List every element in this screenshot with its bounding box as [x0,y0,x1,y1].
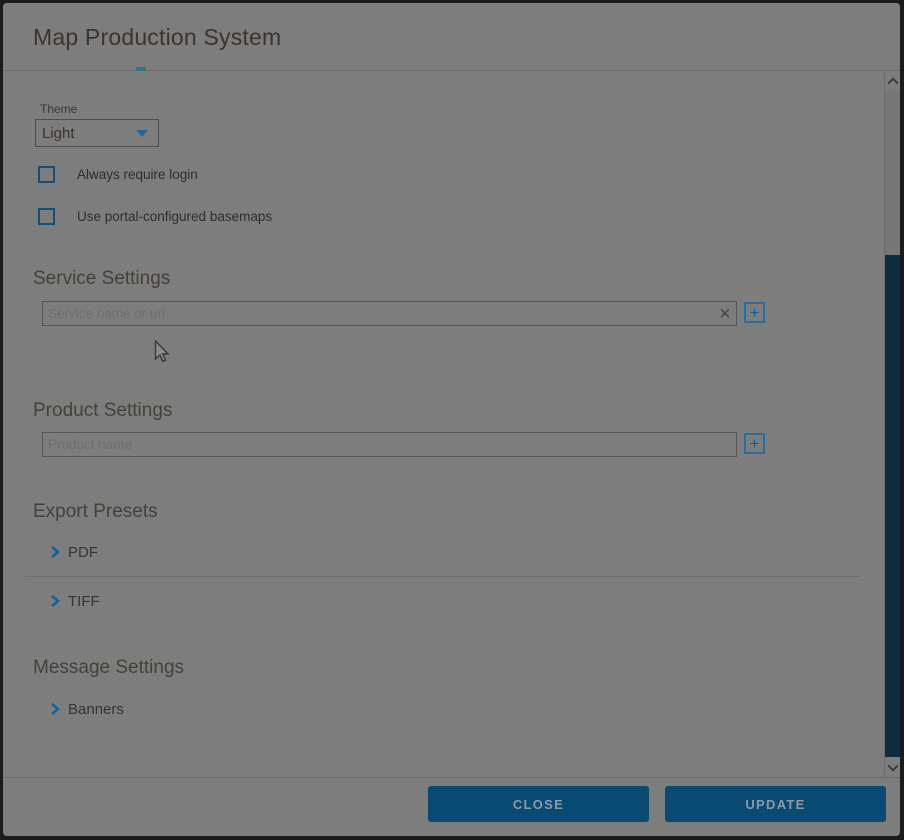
always-require-login-checkbox[interactable] [38,166,55,183]
tiff-expander[interactable]: TIFF [49,589,100,613]
chevron-right-icon [49,594,60,608]
portal-basemaps-checkbox[interactable] [38,208,55,225]
service-name-input[interactable] [42,301,737,326]
scrollbar-track[interactable] [885,91,900,757]
scrollbar[interactable] [884,71,900,777]
expander-label: PDF [68,544,98,561]
checkbox-label: Use portal-configured basemaps [77,209,272,224]
export-presets-heading: Export Presets [33,499,158,525]
theme-label: Theme [40,102,77,116]
close-button[interactable]: CLOSE [428,786,649,822]
scrollbar-thumb[interactable] [885,255,900,757]
theme-select[interactable]: Light [35,119,159,147]
always-require-login-option[interactable]: Always require login [38,165,198,183]
chevron-down-icon [887,760,898,771]
map-production-system-dialog: Map Production System Theme Light Always… [3,3,900,836]
product-name-input[interactable] [42,432,737,457]
service-input-row: × + [42,301,737,327]
plus-icon: + [750,436,760,451]
plus-icon: + [750,305,760,320]
scroll-down-button[interactable] [885,757,900,777]
product-settings-heading: Product Settings [33,398,172,424]
dialog-header: Map Production System [3,3,900,71]
add-product-button[interactable]: + [744,433,765,454]
page-title: Map Production System [33,24,281,51]
chevron-right-icon [49,702,60,716]
expander-label: TIFF [68,593,100,610]
chevron-right-icon [49,545,60,559]
update-button[interactable]: UPDATE [665,786,886,822]
chevron-up-icon [887,77,898,88]
scroll-up-button[interactable] [885,71,900,91]
message-settings-heading: Message Settings [33,655,184,681]
add-service-button[interactable]: + [744,302,765,323]
expander-label: Banners [68,701,124,718]
divider [25,576,860,577]
checkbox-label: Always require login [77,167,198,182]
pdf-expander[interactable]: PDF [49,540,98,564]
portal-basemaps-option[interactable]: Use portal-configured basemaps [38,207,272,225]
clear-icon[interactable]: × [714,302,736,325]
banners-expander[interactable]: Banners [49,697,124,721]
product-input-row: + [42,432,737,458]
theme-select-value: Light [36,125,136,142]
dialog-footer: CLOSE UPDATE [3,777,900,836]
service-settings-heading: Service Settings [33,266,170,292]
cutoff-scrolled-element [136,67,146,71]
caret-down-icon [136,130,148,137]
